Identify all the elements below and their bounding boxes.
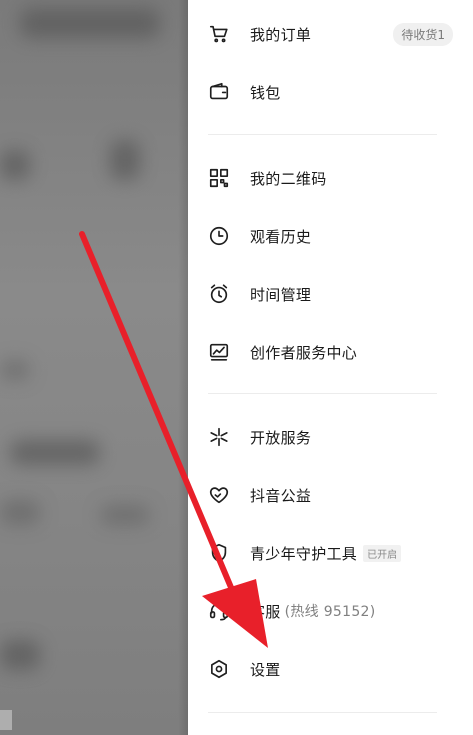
menu-item-label: 客服 xyxy=(250,602,281,621)
alarm-icon xyxy=(208,283,230,305)
menu-item-label: 钱包 xyxy=(250,83,281,102)
background-app-blurred[interactable] xyxy=(0,0,188,735)
shield-icon xyxy=(208,542,230,564)
menu-item-customer-service[interactable]: 客服 (热线 95152) xyxy=(208,591,453,631)
menu-item-label: 观看历史 xyxy=(250,227,312,246)
blurred-shape xyxy=(0,640,40,670)
menu-item-charity[interactable]: 抖音公益 xyxy=(208,475,453,515)
menu-item-qrcode[interactable]: 我的二维码 xyxy=(208,158,453,198)
menu-item-label: 我的订单 xyxy=(250,25,312,44)
menu-item-creator-center[interactable]: 创作者服务中心 xyxy=(208,332,453,372)
divider xyxy=(208,712,437,713)
menu-item-history[interactable]: 观看历史 xyxy=(208,216,453,256)
screen: 我的订单 待收货1 钱包 我的二维码 观看历史 时间管理 创作者服务中心 开放服… xyxy=(0,0,473,735)
menu-item-label: 开放服务 xyxy=(250,428,312,447)
hexagon-settings-icon xyxy=(208,658,230,680)
blurred-shape xyxy=(110,140,140,180)
heart-icon xyxy=(208,484,230,506)
blurred-shape xyxy=(20,8,160,38)
blurred-shape xyxy=(10,440,100,465)
menu-item-label: 我的二维码 xyxy=(250,169,327,188)
blurred-shape xyxy=(0,150,30,180)
menu-item-orders[interactable]: 我的订单 待收货1 xyxy=(208,14,453,54)
blurred-shape xyxy=(0,710,12,730)
sparkle-icon xyxy=(208,426,230,448)
menu-item-label: 创作者服务中心 xyxy=(250,343,358,362)
status-badge: 待收货1 xyxy=(393,23,453,46)
chart-monitor-icon xyxy=(208,341,230,363)
divider xyxy=(208,393,437,394)
headset-icon xyxy=(208,600,230,622)
menu-item-label: 抖音公益 xyxy=(250,486,312,505)
menu-item-wallet[interactable]: 钱包 xyxy=(208,72,453,112)
blurred-shape xyxy=(0,360,30,380)
blurred-shape xyxy=(100,505,150,525)
menu-item-settings[interactable]: 设置 xyxy=(208,649,453,689)
clock-icon xyxy=(208,225,230,247)
status-tag: 已开启 xyxy=(363,544,402,562)
qrcode-icon xyxy=(208,167,230,189)
menu-item-label: 设置 xyxy=(250,660,281,679)
cart-icon xyxy=(208,23,230,45)
menu-item-label: 时间管理 xyxy=(250,285,312,304)
blurred-shape xyxy=(0,500,40,525)
menu-item-label: 青少年守护工具 xyxy=(250,544,358,563)
menu-item-time-management[interactable]: 时间管理 xyxy=(208,274,453,314)
hotline-text: (热线 95152) xyxy=(284,604,376,620)
divider xyxy=(208,134,437,135)
menu-item-youth-guard[interactable]: 青少年守护工具 已开启 xyxy=(208,533,453,573)
side-drawer-menu: 我的订单 待收货1 钱包 我的二维码 观看历史 时间管理 创作者服务中心 开放服… xyxy=(188,0,473,735)
menu-item-open-service[interactable]: 开放服务 xyxy=(208,417,453,457)
wallet-icon xyxy=(208,81,230,103)
